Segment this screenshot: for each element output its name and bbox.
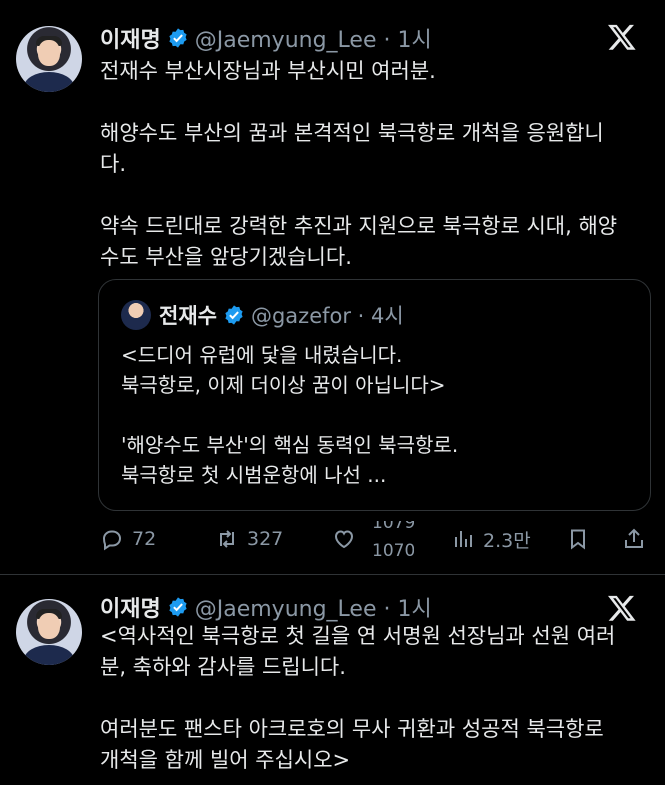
bookmark-button[interactable]	[566, 521, 590, 557]
author-handle[interactable]: @Jaemyung_Lee · 1시	[195, 22, 432, 54]
tweet-1[interactable]: 이재명 @Jaemyung_Lee · 1시 전재수 부산시장님과 부산시민 여…	[0, 0, 665, 574]
author-name[interactable]: 이재명	[100, 22, 161, 54]
verified-icon	[167, 27, 189, 49]
x-logo-icon	[607, 22, 637, 52]
bookmark-icon	[571, 529, 585, 550]
reply-icon	[102, 530, 122, 551]
views-icon	[455, 531, 472, 547]
author-name[interactable]: 이재명	[100, 591, 161, 623]
quoted-tweet[interactable]: 전재수 @gazefor · 4시 <드디어 유럽에 닻을 내렸습니다. 북극항…	[98, 279, 651, 511]
quote-author-name: 전재수	[159, 304, 217, 328]
repost-count: 327	[247, 528, 284, 550]
reply-button[interactable]: 72	[100, 521, 156, 557]
tweet-text: 전재수 부산시장님과 부산시민 여러분. 해양수도 부산의 꿈과 본격적인 북극…	[100, 59, 618, 269]
quote-header: 전재수 @gazefor · 4시	[159, 300, 404, 330]
tweet-header: 이재명 @Jaemyung_Lee · 1시	[100, 591, 432, 623]
like-count-top: 1079	[372, 521, 414, 533]
tweet-header: 이재명 @Jaemyung_Lee · 1시	[100, 22, 432, 54]
verified-icon	[167, 596, 189, 618]
tweet-2[interactable]: 이재명 @Jaemyung_Lee · 1시 <역사적인 북극항로 첫 길을 연…	[0, 575, 665, 785]
avatar[interactable]	[16, 26, 82, 92]
quote-text: <드디어 유럽에 닻을 내렸습니다. 북극항로, 이제 더이상 꿈이 아닙니다>…	[121, 343, 459, 487]
repost-icon	[220, 530, 234, 548]
verified-icon	[223, 304, 245, 326]
quote-author-handle: @gazefor · 4시	[250, 304, 404, 328]
tweet-text: <역사적인 북극항로 첫 길을 연 서명원 선장님과 선원 여러 분, 축하와 …	[100, 624, 616, 772]
avatar[interactable]	[16, 599, 82, 665]
like-icon	[334, 530, 354, 549]
repost-button[interactable]: 327	[215, 521, 283, 557]
views-count: 2.3만	[483, 529, 531, 552]
share-button[interactable]	[622, 521, 646, 557]
like-count-bottom: 1070	[372, 541, 414, 557]
author-handle[interactable]: @Jaemyung_Lee · 1시	[195, 591, 432, 623]
action-bar: 72 327 1079 1070 2.3만	[100, 521, 645, 557]
quote-avatar	[121, 300, 151, 330]
like-button[interactable]: 1079 1070	[332, 521, 414, 557]
like-count: 1079 1070	[364, 521, 414, 557]
share-icon	[625, 528, 643, 548]
x-logo-icon	[607, 593, 637, 623]
reply-count: 72	[132, 528, 157, 550]
views-button[interactable]: 2.3만	[451, 521, 531, 557]
